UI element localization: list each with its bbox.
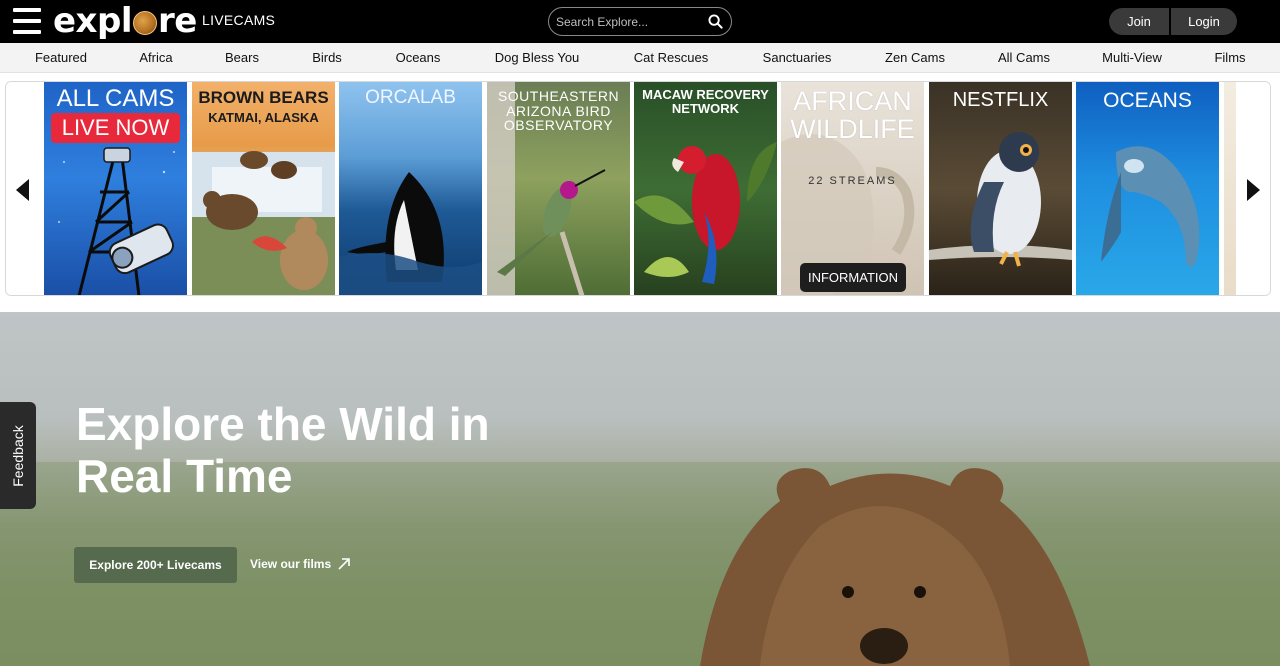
nav-oceans[interactable]: Oceans xyxy=(396,50,441,65)
category-nav: Featured Africa Bears Birds Oceans Dog B… xyxy=(0,43,1280,73)
nav-multi-view[interactable]: Multi-View xyxy=(1102,50,1162,65)
nav-cat-rescues[interactable]: Cat Rescues xyxy=(634,50,708,65)
tile-african-wildlife[interactable]: AFRICAN WILDLIFE 22 STREAMS INFORMATION xyxy=(781,82,924,295)
tile-orcalab[interactable]: ORCALAB xyxy=(339,82,482,295)
search-icon[interactable] xyxy=(708,14,723,29)
information-button[interactable]: INFORMATION xyxy=(800,263,906,292)
tile-title: BROWN BEARS xyxy=(198,88,329,107)
tile-title: MACAW RECOVERY NETWORK xyxy=(642,87,769,116)
nav-africa[interactable]: Africa xyxy=(139,50,172,65)
nav-dog-bless-you[interactable]: Dog Bless You xyxy=(495,50,580,65)
tile-subtitle: KATMAI, ALASKA xyxy=(208,110,319,125)
arrow-up-right-icon xyxy=(338,558,350,570)
search-input[interactable] xyxy=(556,13,706,31)
tile-title: NESTFLIX xyxy=(952,89,1049,111)
chevron-right-icon xyxy=(1247,178,1260,201)
stream-count: 22 STREAMS xyxy=(808,175,897,187)
search-box xyxy=(548,7,732,36)
carousel-prev-button[interactable] xyxy=(6,82,40,295)
channel-carousel: ALL CAMS LIVE NOW BROWN BEARS KATMAI, AL… xyxy=(5,81,1271,296)
dolphin-art xyxy=(1101,146,1200,267)
tile-title: ALL CAMS xyxy=(56,85,175,112)
tile-oceans[interactable]: OCEANS xyxy=(1076,82,1219,295)
nav-bears[interactable]: Bears xyxy=(225,50,259,65)
tile-title: ORCALAB xyxy=(365,87,456,108)
nav-all-cams[interactable]: All Cams xyxy=(998,50,1050,65)
top-header: explre LIVECAMS Join Login xyxy=(0,0,1280,43)
explore-livecams-button[interactable]: Explore 200+ Livecams xyxy=(74,547,237,583)
nav-films[interactable]: Films xyxy=(1214,50,1245,65)
view-films-label: View our films xyxy=(250,557,332,571)
carousel-next-button[interactable] xyxy=(1236,82,1270,295)
tile-brown-bears[interactable]: BROWN BEARS KATMAI, ALASKA xyxy=(192,82,335,295)
logo-globe-icon xyxy=(132,11,157,35)
logo-subtitle: LIVECAMS xyxy=(202,12,276,28)
menu-icon[interactable] xyxy=(13,8,41,34)
tile-arizona-bird-observatory[interactable]: SOUTHEASTERN ARIZONA BIRD OBSERVATORY xyxy=(487,82,630,295)
tile-nestflix[interactable]: NESTFLIX xyxy=(929,82,1072,295)
nav-zen-cams[interactable]: Zen Cams xyxy=(885,50,945,65)
nav-sanctuaries[interactable]: Sanctuaries xyxy=(763,50,832,65)
feedback-tab[interactable]: Feedback xyxy=(0,402,36,509)
join-button[interactable]: Join xyxy=(1109,8,1169,35)
tile-title: AFRICAN WILDLIFE xyxy=(790,86,915,145)
falcon-art xyxy=(929,132,1072,267)
nav-featured[interactable]: Featured xyxy=(35,50,87,65)
tile-title: OCEANS xyxy=(1103,89,1192,112)
orca-art xyxy=(339,172,482,295)
hero-section: Explore the Wild in Real Time Explore 20… xyxy=(0,312,1280,666)
nav-birds[interactable]: Birds xyxy=(312,50,342,65)
login-button[interactable]: Login xyxy=(1171,8,1237,35)
tile-title: SOUTHEASTERN ARIZONA BIRD OBSERVATORY xyxy=(497,88,620,134)
tile-all-cams[interactable]: ALL CAMS LIVE NOW xyxy=(44,82,187,295)
live-now-badge: LIVE NOW xyxy=(51,113,180,143)
chevron-left-icon xyxy=(16,178,29,201)
hero-title: Explore the Wild in Real Time xyxy=(76,398,490,502)
feedback-label: Feedback xyxy=(10,424,26,487)
tile-macaw-recovery-network[interactable]: MACAW RECOVERY NETWORK xyxy=(634,82,777,295)
explore-logo[interactable]: expl re xyxy=(53,1,197,41)
view-films-link[interactable]: View our films xyxy=(250,557,350,571)
